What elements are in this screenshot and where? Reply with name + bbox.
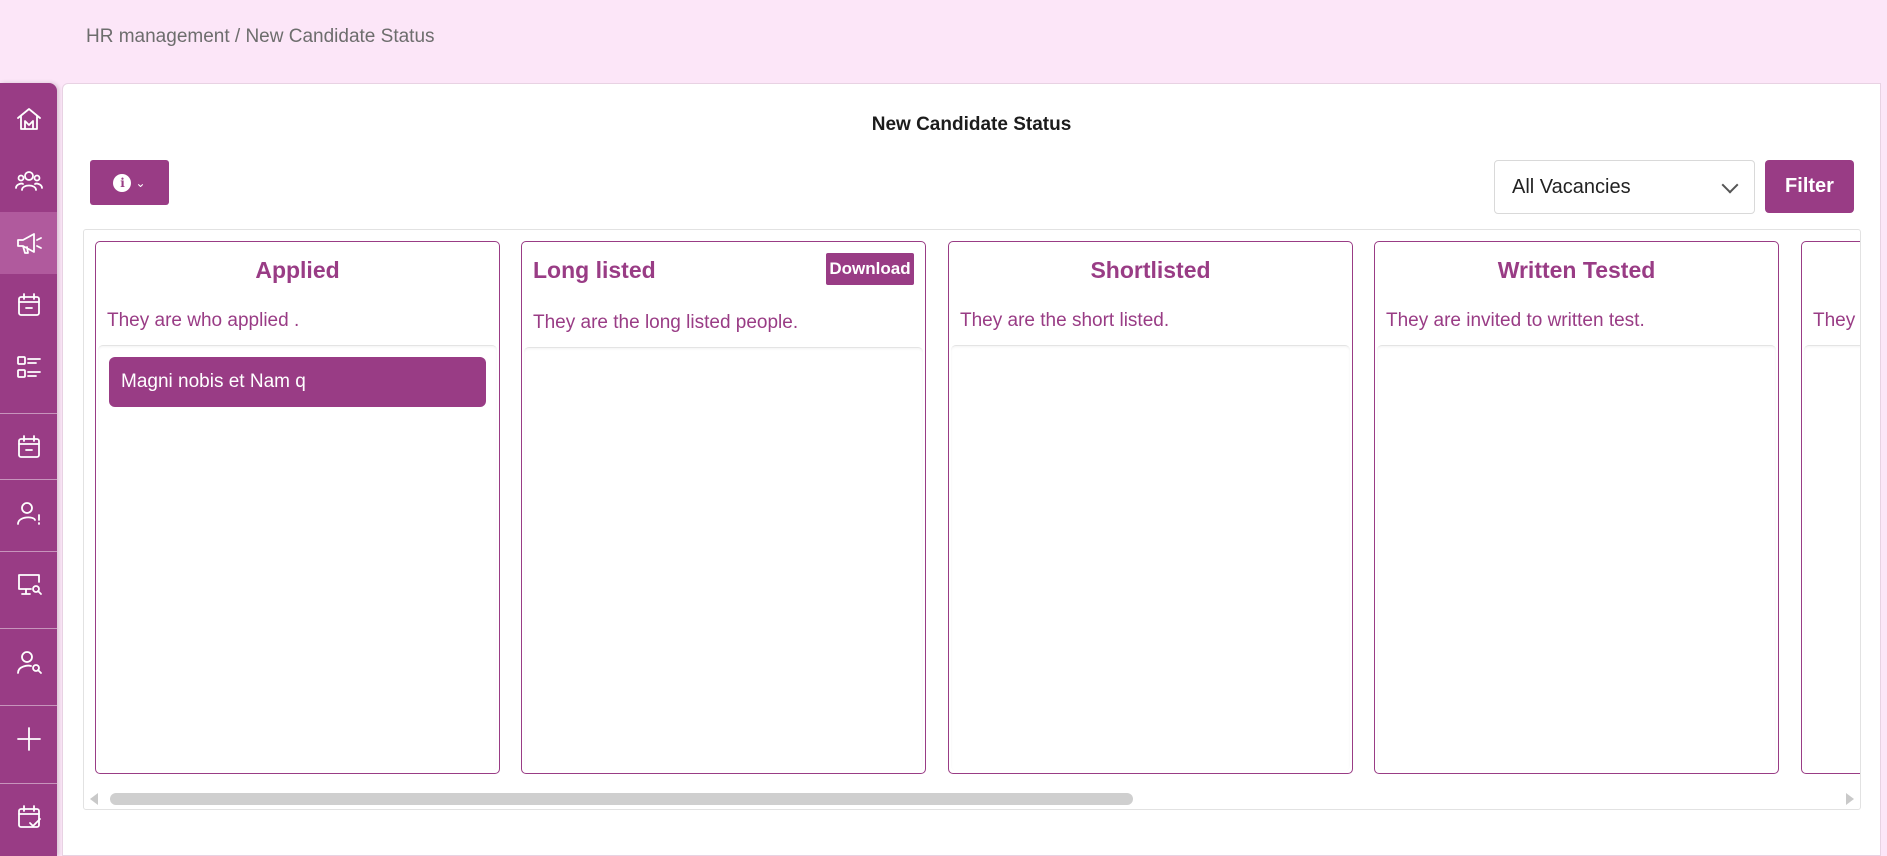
column-description: They are the long listed people.: [533, 312, 799, 333]
sidebar-item-calendar-check[interactable]: [0, 786, 57, 848]
sidebar-item-list[interactable]: [0, 336, 57, 398]
users-icon: [14, 171, 43, 191]
column-dropzone[interactable]: [1804, 345, 1860, 771]
user-search-icon: [16, 651, 42, 674]
column-title: Written Tested: [1497, 257, 1656, 283]
sidebar-item-user-alert[interactable]: [0, 482, 57, 544]
sidebar-item-users[interactable]: [0, 150, 57, 212]
column-title: Applied: [255, 257, 340, 283]
kanban-columns: Applied They are who applied . Magni nob…: [84, 230, 1860, 809]
plus-icon: [16, 727, 41, 751]
column-description: They: [1813, 310, 1856, 331]
calendar-icon: [17, 435, 40, 458]
info-dropdown-button[interactable]: i ⌄: [90, 160, 169, 205]
scroll-right-arrow-icon[interactable]: [1846, 793, 1854, 805]
megaphone-icon: [16, 233, 42, 254]
candidate-card[interactable]: Magni nobis et Nam q: [109, 357, 486, 407]
calendar-icon: [17, 293, 40, 316]
horizontal-scrollbar[interactable]: [84, 787, 1860, 809]
info-icon: i: [113, 173, 132, 192]
column-dropzone[interactable]: [98, 345, 497, 771]
filter-button[interactable]: Filter: [1765, 160, 1854, 213]
sidebar-item-monitor-search[interactable]: [0, 553, 57, 615]
column-dropzone[interactable]: [524, 347, 923, 771]
sidebar-divider: [0, 783, 57, 784]
sidebar-divider: [0, 628, 57, 629]
vacancy-select-value: All Vacancies: [1512, 175, 1631, 198]
kanban-board: Applied They are who applied . Magni nob…: [83, 229, 1861, 810]
monitor-search-icon: [17, 574, 42, 595]
column-shortlisted: Shortlisted They are the short listed.: [948, 241, 1353, 774]
calendar-check-icon: [17, 805, 41, 828]
sidebar-item-add[interactable]: [0, 708, 57, 770]
sidebar-divider: [0, 551, 57, 552]
sidebar-item-user-search[interactable]: [0, 631, 57, 693]
column-dropzone[interactable]: [951, 345, 1350, 771]
breadcrumb: HR management / New Candidate Status: [86, 26, 435, 47]
download-button[interactable]: Download: [826, 253, 914, 285]
sidebar-item-schedule[interactable]: [0, 416, 57, 478]
main-panel: New Candidate Status i ⌄ All Vacancies F…: [62, 83, 1881, 856]
column-description: They are who applied .: [107, 310, 300, 331]
list-icon: [16, 356, 41, 378]
column-dropzone[interactable]: [1377, 345, 1776, 771]
chevron-down-icon: [1721, 176, 1739, 194]
sidebar-divider: [0, 479, 57, 480]
home-icon: [16, 108, 41, 130]
vacancy-select[interactable]: All Vacancies: [1494, 160, 1755, 214]
scrollbar-thumb[interactable]: [110, 793, 1133, 805]
sidebar: [0, 83, 57, 856]
column-description: They are the short listed.: [960, 310, 1170, 331]
user-alert-icon: [16, 502, 40, 525]
column-title: Shortlisted: [1090, 257, 1211, 283]
column-written-tested: Written Tested They are invited to writt…: [1374, 241, 1779, 774]
page-title: New Candidate Status: [871, 114, 1072, 135]
column-description: They are invited to written test.: [1386, 310, 1645, 331]
sidebar-item-calendar[interactable]: [0, 274, 57, 336]
column-long-listed: Long listed Download They are the long l…: [521, 241, 926, 774]
column-next: They: [1801, 241, 1860, 774]
sidebar-item-announcements[interactable]: [0, 212, 57, 274]
sidebar-item-home[interactable]: [0, 88, 57, 150]
column-applied: Applied They are who applied . Magni nob…: [95, 241, 500, 774]
chevron-down-icon: ⌄: [135, 175, 146, 190]
sidebar-divider: [0, 705, 57, 706]
scroll-left-arrow-icon[interactable]: [90, 793, 98, 805]
sidebar-divider: [0, 413, 57, 414]
